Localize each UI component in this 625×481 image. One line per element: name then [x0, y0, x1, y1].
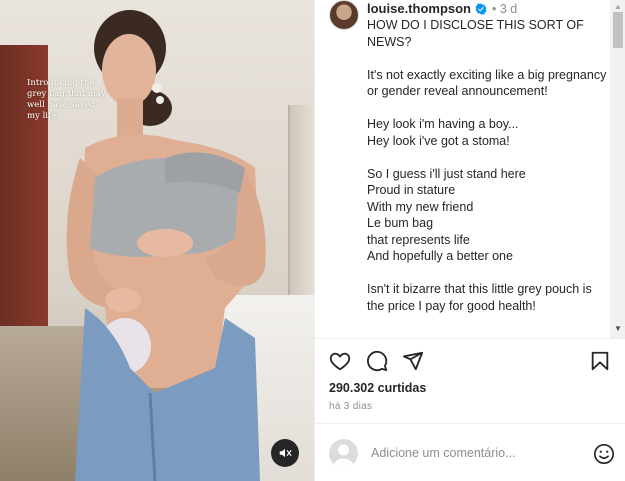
divider — [315, 338, 625, 339]
caption-gap — [367, 149, 610, 166]
caption-scrollbar[interactable]: ▲ ▼ — [610, 0, 625, 338]
time-ago: 3 d — [499, 1, 518, 16]
caption-line: Proud in stature — [367, 183, 456, 197]
action-bar — [329, 350, 611, 374]
divider — [315, 423, 625, 424]
post-side-panel: louise.thompson • 3 d HOW DO I DISCLOSE … — [314, 0, 625, 481]
caption-line: HOW DO I DISCLOSE THIS SORT OF NEWS? — [367, 18, 584, 49]
heart-icon[interactable] — [329, 350, 351, 372]
caption-line: It's not exactly exciting like a big pre… — [367, 67, 607, 99]
caption-area[interactable]: louise.thompson • 3 d HOW DO I DISCLOSE … — [315, 0, 610, 338]
scroll-thumb[interactable] — [613, 12, 623, 48]
post-header: louise.thompson • 3 d — [367, 1, 517, 16]
caption-line: Le bum bag — [367, 216, 434, 230]
mute-button[interactable] — [271, 439, 299, 467]
username-link[interactable]: louise.thompson — [367, 1, 471, 16]
comment-icon[interactable] — [366, 350, 388, 372]
caption-line: Isn't it bizarre that this little grey p… — [367, 282, 592, 313]
comment-input[interactable] — [371, 446, 571, 460]
story-overlay-text: Introducing the grey bag that may well h… — [27, 78, 106, 121]
caption-gap — [367, 265, 610, 282]
caption-line: that represents life — [367, 232, 470, 247]
avatar[interactable] — [329, 0, 359, 30]
caption-line: Hey look i've got a stoma! — [367, 133, 510, 148]
caption-line: So I guess i'll just stand here — [367, 166, 526, 181]
post-date: há 3 dias — [329, 401, 373, 412]
share-icon[interactable] — [402, 350, 424, 372]
sound-off-icon — [279, 448, 292, 458]
caption-text: HOW DO I DISCLOSE THIS SORT OF NEWS? It's… — [367, 17, 610, 314]
caption-line: And hopefully a better one — [367, 249, 513, 263]
caption-line: With my new friend — [367, 199, 474, 214]
scroll-up-arrow-icon[interactable]: ▲ — [614, 2, 622, 11]
post-time: • 3 d — [492, 1, 518, 16]
caption-line: Hey look i'm having a boy... — [367, 117, 519, 131]
background-doorway — [288, 105, 314, 305]
user-avatar — [329, 439, 358, 468]
emoji-icon[interactable] — [593, 443, 615, 465]
post-media[interactable]: Introducing the grey bag that may well h… — [0, 0, 314, 481]
bookmark-icon[interactable] — [589, 350, 611, 372]
scroll-down-arrow-icon[interactable]: ▼ — [614, 324, 622, 333]
caption-gap — [367, 50, 610, 67]
likes-count[interactable]: 290.302 curtidas — [329, 381, 426, 395]
verified-badge-icon — [475, 3, 487, 14]
comment-row — [329, 439, 614, 469]
caption-gap — [367, 100, 610, 117]
